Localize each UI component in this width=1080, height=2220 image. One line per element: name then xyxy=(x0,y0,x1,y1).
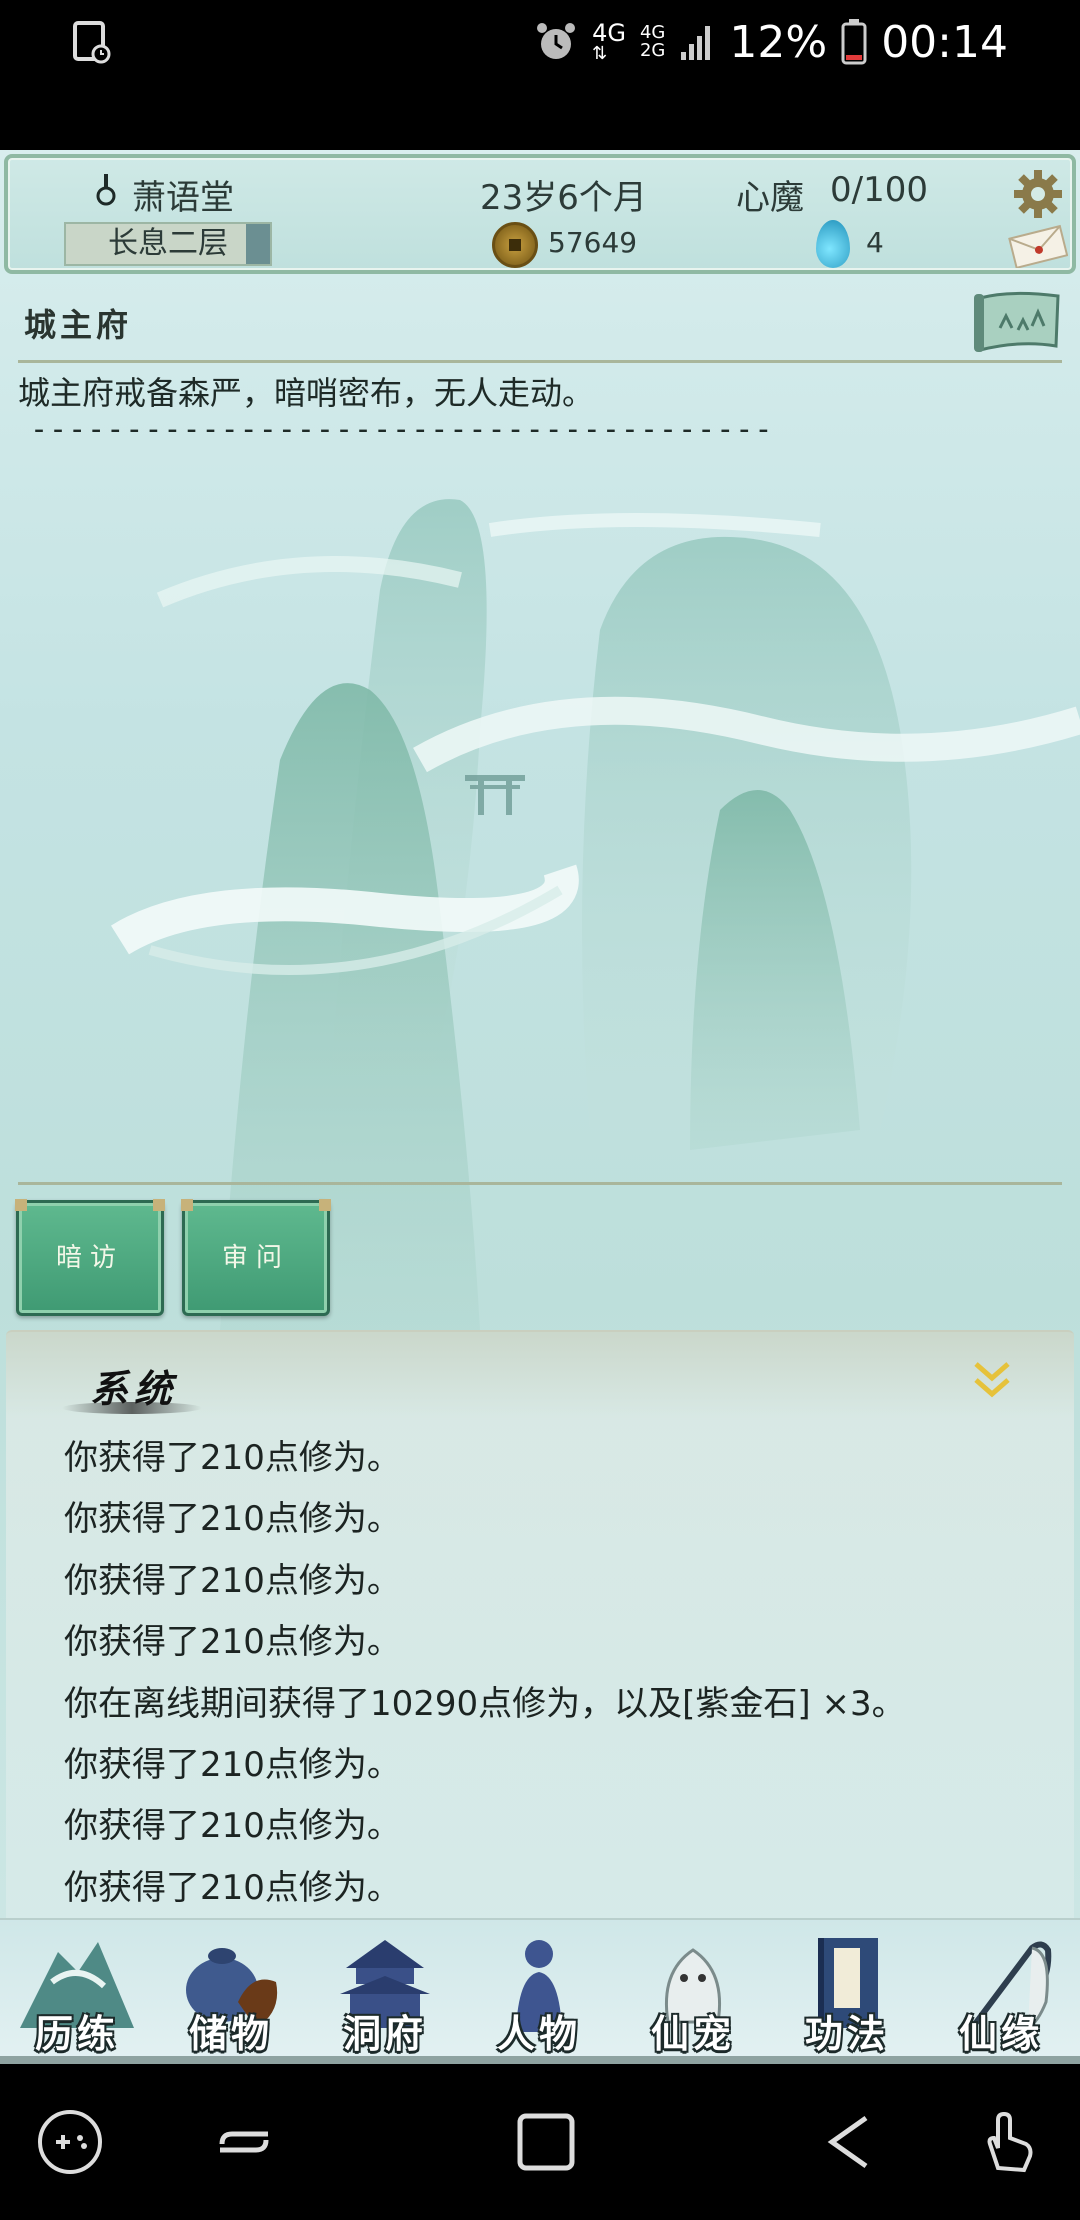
log-lines: 你获得了210点修为。 你获得了210点修为。 你获得了210点修为。 你获得了… xyxy=(64,1428,906,1919)
log-line: 你获得了210点修为。 xyxy=(64,1560,401,1601)
character-header: 萧语堂 长息二层 23岁6个月 心魔 0/100 57649 4 xyxy=(4,154,1076,274)
game-tools-icon[interactable] xyxy=(32,2104,108,2180)
alarm-icon xyxy=(537,23,576,59)
back-icon[interactable] xyxy=(812,2104,888,2180)
dashed-separator: --------------------------------------- xyxy=(30,412,774,447)
nav-fate-label: 仙缘 xyxy=(958,2011,1043,2056)
location-description: 城主府戒备森严，暗哨密布，无人走动。 xyxy=(18,374,595,412)
nav-storage[interactable]: 储物 xyxy=(154,1920,308,2062)
realm-label: 长息二层 xyxy=(108,226,228,261)
gourd-icon xyxy=(96,174,116,206)
log-line: 你获得了210点修为。 xyxy=(64,1499,401,1540)
system-navigation-bar xyxy=(0,2064,1080,2220)
log-line: 你获得了210点修为。 xyxy=(64,1806,401,1847)
nav-cave[interactable]: 洞府 xyxy=(308,1920,462,2062)
title-divider xyxy=(18,360,1062,363)
mail-icon[interactable] xyxy=(1008,224,1068,268)
nav-pet-label: 仙宠 xyxy=(650,2011,735,2056)
gear-icon[interactable] xyxy=(1012,168,1064,220)
nav-pet[interactable]: 仙宠 xyxy=(616,1920,770,2062)
character-name[interactable]: 萧语堂 xyxy=(132,170,234,219)
nav-techniques[interactable]: 功法 xyxy=(770,1920,924,2062)
interrogate-button[interactable]: 审问 xyxy=(181,1199,331,1316)
clock: 00:14 xyxy=(881,16,1008,68)
network-label: 4G xyxy=(592,19,626,47)
network-label-small: 2G xyxy=(639,40,666,61)
map-scroll-icon[interactable] xyxy=(970,288,1066,358)
bottom-navigation: 历练 储物 洞府 人物 仙宠 功法 仙缘 xyxy=(0,1918,1080,2062)
character-age: 23岁6个月 xyxy=(480,178,647,218)
battery-icon xyxy=(841,19,867,65)
secret-visit-button[interactable]: 暗访 xyxy=(15,1199,165,1316)
coin-amount: 57649 xyxy=(548,226,638,259)
chevron-double-down-icon[interactable] xyxy=(968,1354,1016,1402)
network-indicator-2: 4G 2G xyxy=(640,24,665,60)
signal-icon xyxy=(681,26,711,60)
log-line: 你获得了210点修为。 xyxy=(64,1438,401,1478)
coin-icon xyxy=(492,222,538,268)
heart-demon-label: 心魔 xyxy=(736,178,804,218)
nav-techniques-label: 功法 xyxy=(804,2011,889,2056)
log-line: 你在离线期间获得了10290点修为，以及[紫金石] ×3。 xyxy=(64,1683,906,1724)
spirit-stone-icon xyxy=(816,220,850,268)
nav-training-label: 历练 xyxy=(34,2011,119,2056)
touch-assist-icon[interactable] xyxy=(968,2104,1044,2180)
bottom-strip xyxy=(0,2056,1080,2064)
screenshot-icon xyxy=(73,21,111,64)
spirit-stone-amount: 4 xyxy=(866,226,884,259)
log-line: 你获得了210点修为。 xyxy=(64,1744,401,1785)
data-arrows-icon: ⇅ xyxy=(592,43,608,64)
nav-cave-label: 洞府 xyxy=(342,2011,427,2056)
network-indicator-1: 4G ⇅ xyxy=(592,21,626,63)
location-title: 城主府 xyxy=(24,306,133,344)
nav-fate[interactable]: 仙缘 xyxy=(924,1920,1078,2062)
log-line: 你获得了210点修为。 xyxy=(64,1867,401,1908)
nav-character[interactable]: 人物 xyxy=(462,1920,616,2062)
nav-character-label: 人物 xyxy=(496,2011,581,2056)
home-icon[interactable] xyxy=(508,2104,584,2180)
battery-percent: 12% xyxy=(729,16,828,68)
realm-progress[interactable]: 长息二层 xyxy=(64,222,272,266)
game-screen: 萧语堂 长息二层 23岁6个月 心魔 0/100 57649 4 城主府 城主府… xyxy=(0,150,1080,2062)
heart-demon-value: 0/100 xyxy=(830,170,928,210)
realm-progress-fill xyxy=(246,224,270,264)
system-log-panel: 系统 你获得了210点修为。 你获得了210点修为。 你获得了210点修为。 你… xyxy=(6,1330,1074,1950)
nav-storage-label: 储物 xyxy=(188,2011,273,2056)
log-title: 系统 xyxy=(90,1366,179,1411)
recent-apps-icon[interactable] xyxy=(206,2104,282,2180)
log-line: 你获得了210点修为。 xyxy=(64,1622,401,1663)
actions-divider xyxy=(18,1182,1062,1185)
status-bar: 4G ⇅ 4G 2G 12% 00:14 xyxy=(0,0,1080,150)
nav-training[interactable]: 历练 xyxy=(0,1920,154,2062)
